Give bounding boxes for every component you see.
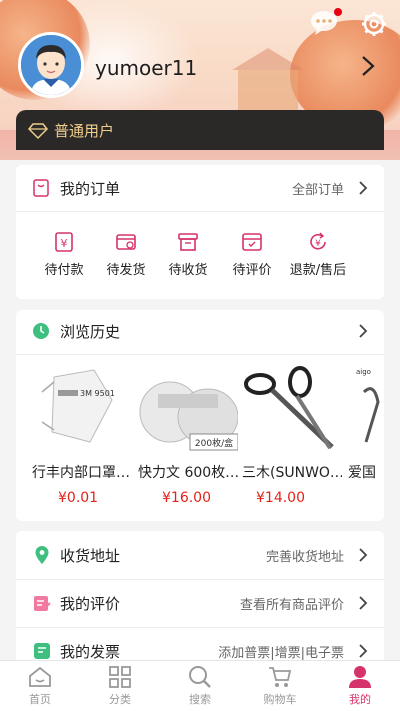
- home-icon: [29, 666, 51, 687]
- nav-home[interactable]: 首页: [0, 665, 80, 707]
- order-item-label: 待收货: [168, 263, 208, 278]
- all-orders-link[interactable]: 全部订单: [292, 179, 344, 198]
- nav-label: 搜索: [189, 693, 211, 706]
- product-price: ¥14.00: [256, 490, 305, 506]
- order-refund-aftersale[interactable]: ¥ 退款/售后: [286, 231, 350, 278]
- chevron-right-icon: [359, 644, 368, 658]
- service-sub: 查看所有商品评价: [239, 598, 344, 613]
- order-list-icon: [33, 179, 49, 197]
- service-title: 收货地址: [60, 547, 121, 565]
- history-product[interactable]: 三木(SUNWO… ¥14.00: [242, 362, 342, 506]
- avatar[interactable]: [18, 32, 84, 98]
- history-product[interactable]: 3M 9501 行丰内部口罩… ¥0.01: [32, 362, 132, 506]
- history-product[interactable]: 200枚/盒 快力文 600枚… ¥16.00: [138, 362, 239, 506]
- bottom-nav: 首页 分类 搜索 购物车 我的: [0, 660, 400, 711]
- orders-card: 我的订单 全部订单 ¥ 待付款 待发货 待收货 待评价 ¥ 退款/售后: [16, 165, 384, 299]
- refund-icon: ¥: [310, 232, 326, 250]
- product-name: 爱国: [348, 465, 376, 481]
- product-image: 200枚/盒: [138, 362, 239, 452]
- chevron-right-icon: [359, 596, 368, 610]
- location-icon: [35, 546, 49, 564]
- all-orders-chevron-icon[interactable]: [358, 180, 368, 196]
- services-card: 收货地址 完善收货地址 我的评价 查看所有商品评价 我的发票 添加普票|增票|电…: [16, 531, 384, 671]
- product-price: ¥0.01: [58, 490, 99, 506]
- product-name: 三木(SUNWO…: [242, 465, 342, 481]
- product-image: [242, 362, 342, 452]
- search-icon: [189, 666, 211, 688]
- wallet-icon: ¥: [55, 232, 73, 252]
- svg-text:¥: ¥: [61, 237, 68, 250]
- order-pending-shipment[interactable]: 待发货: [96, 231, 156, 278]
- service-reviews[interactable]: 我的评价 查看所有商品评价: [16, 579, 384, 627]
- member-level-label: 普通用户: [54, 122, 115, 140]
- order-item-label: 待评价: [232, 263, 272, 278]
- profile-header: yumoer11 普通用户: [0, 0, 400, 160]
- category-icon: [109, 666, 131, 688]
- invoice-icon: [34, 643, 50, 659]
- nav-label: 我的: [349, 693, 371, 706]
- nav-label: 首页: [29, 693, 51, 706]
- history-title: 浏览历史: [60, 323, 121, 341]
- order-item-label: 待发货: [106, 263, 146, 278]
- settings-gear-icon[interactable]: [360, 10, 388, 38]
- nav-mine[interactable]: 我的: [320, 665, 400, 707]
- nav-search[interactable]: 搜索: [160, 665, 240, 707]
- order-pending-receipt[interactable]: 待收货: [158, 231, 218, 278]
- product-price: ¥16.00: [162, 490, 211, 506]
- svg-text:¥: ¥: [315, 239, 321, 249]
- service-sub: 添加普票|增票|电子票: [218, 646, 344, 661]
- service-title: 我的发票: [60, 643, 121, 661]
- username: yumoer11: [95, 56, 198, 80]
- history-chevron-icon[interactable]: [358, 323, 368, 339]
- edit-icon: [34, 596, 51, 611]
- nav-label: 购物车: [263, 693, 297, 706]
- profile-chevron-right-icon[interactable]: [358, 54, 378, 78]
- service-address[interactable]: 收货地址 完善收货地址: [16, 531, 384, 579]
- order-item-label: 待付款: [44, 263, 84, 278]
- truck-icon: [116, 234, 136, 250]
- orders-title: 我的订单: [60, 180, 121, 198]
- clock-icon: [33, 323, 49, 339]
- member-level-bar[interactable]: 普通用户: [16, 110, 384, 150]
- product-name: 快力文 600枚…: [138, 465, 238, 481]
- user-icon: [349, 666, 371, 688]
- order-pending-payment[interactable]: ¥ 待付款: [34, 231, 94, 278]
- nav-label: 分类: [109, 693, 131, 706]
- review-icon: [242, 233, 262, 251]
- service-sub: 完善收货地址: [265, 550, 344, 565]
- order-item-label: 退款/售后: [289, 263, 347, 278]
- header-house-illustration: [232, 48, 304, 110]
- history-product[interactable]: aigo 爱国: [348, 362, 384, 490]
- service-title: 我的评价: [60, 595, 121, 613]
- chevron-right-icon: [359, 548, 368, 562]
- product-image-text: 200枚/盒: [195, 437, 233, 449]
- product-image-text: aigo: [356, 368, 371, 376]
- message-badge-dot: [334, 8, 342, 16]
- product-image: aigo: [348, 362, 384, 452]
- nav-cart[interactable]: 购物车: [240, 665, 320, 707]
- divider: [16, 211, 384, 212]
- divider: [16, 354, 384, 355]
- box-icon: [178, 233, 198, 251]
- product-name: 行丰内部口罩…: [32, 465, 130, 481]
- history-card: 浏览历史 3M 9501 行丰内部口罩… ¥0.01 200枚/盒 快力文 60…: [16, 310, 384, 521]
- diamond-icon: [28, 123, 48, 140]
- cart-icon: [269, 667, 292, 687]
- product-image: 3M 9501: [32, 362, 132, 452]
- product-image-text: 3M 9501: [80, 389, 115, 398]
- nav-category[interactable]: 分类: [80, 665, 160, 707]
- order-pending-review[interactable]: 待评价: [222, 231, 282, 278]
